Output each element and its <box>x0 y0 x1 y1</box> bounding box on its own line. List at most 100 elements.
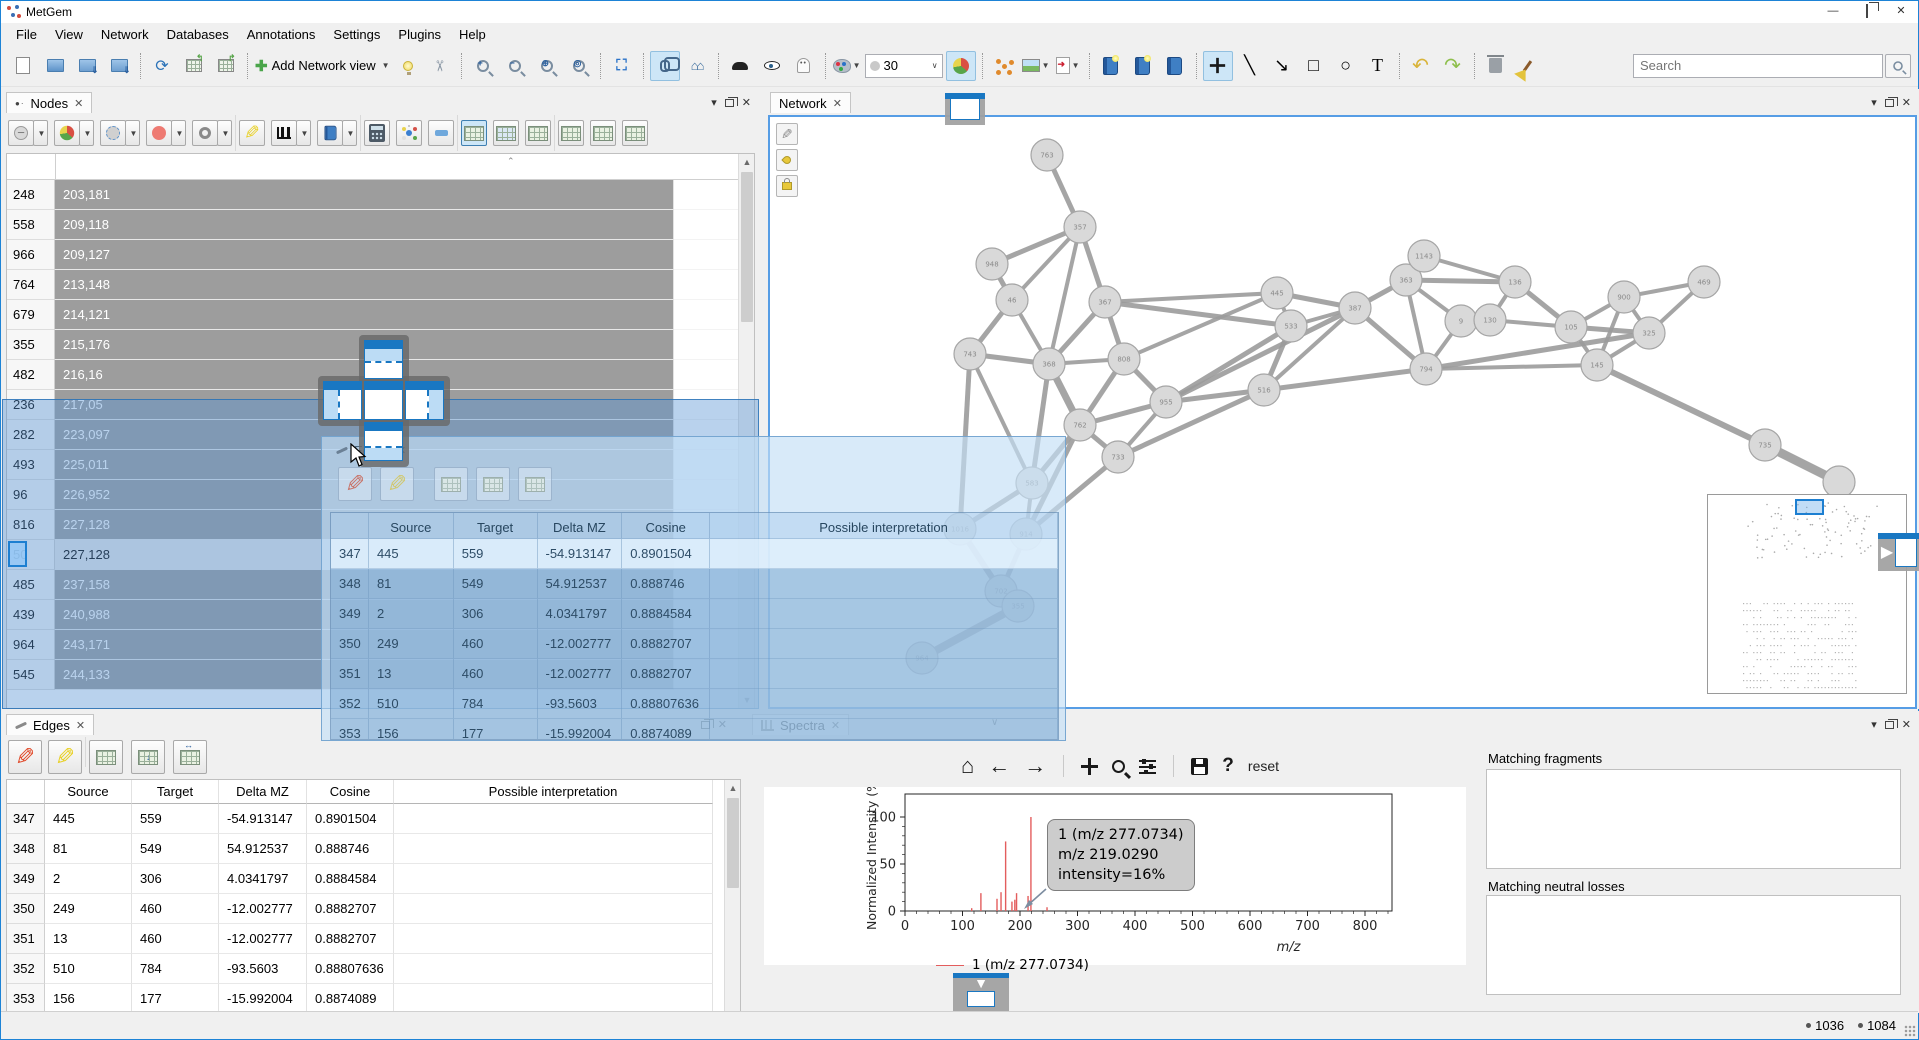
dock-indicator-center[interactable] <box>364 381 403 420</box>
edges-cell[interactable]: -12.002777 <box>219 894 307 924</box>
edges-table-header[interactable]: SourceTargetDelta MZCosinePossible inter… <box>7 780 740 804</box>
nodes-table-header[interactable]: ⌃ <box>7 154 754 180</box>
edges-cell[interactable]: 0.8884584 <box>307 864 394 894</box>
spectra-dock-close-icon[interactable]: ✕ <box>1902 718 1911 731</box>
matching-neutral-losses-box[interactable] <box>1486 895 1901 995</box>
nodes-dock-menu-icon[interactable]: ▾ <box>711 96 717 109</box>
network-dock-menu-icon[interactable]: ▾ <box>1871 96 1877 109</box>
row-header[interactable]: 355 <box>7 330 55 360</box>
clusterize-button[interactable] <box>396 120 422 146</box>
import-metadata-button[interactable]: ↰ <box>179 51 209 81</box>
column-header[interactable]: Cosine <box>307 780 394 804</box>
graph-edge[interactable] <box>1105 302 1291 326</box>
table-view-all-button[interactable] <box>461 120 487 146</box>
edges-cell[interactable]: -54.913147 <box>219 804 307 834</box>
zoom-out-button[interactable]: − <box>500 51 530 81</box>
spectra-dock-menu-icon[interactable]: ▾ <box>1871 718 1877 731</box>
ghost-mode-button[interactable] <box>789 51 819 81</box>
settings-tools-button[interactable]: ✂ <box>425 51 455 81</box>
tab-network[interactable]: Network ✕ <box>770 92 851 113</box>
edges-cell[interactable] <box>394 834 713 864</box>
edges-yellow-highlight-button[interactable]: ✎ <box>48 740 82 774</box>
draw-ellipse-button[interactable]: ○ <box>1331 51 1361 81</box>
edges-table-fit-h-button[interactable]: ↔ <box>173 740 207 774</box>
edges-cell[interactable]: 156 <box>45 984 132 1013</box>
row-header[interactable]: 352 <box>7 954 45 984</box>
network-dock-float-icon[interactable] <box>1885 99 1894 107</box>
matching-fragments-box[interactable] <box>1486 769 1901 869</box>
color-nodes-button[interactable]: ▼ <box>832 51 862 81</box>
restore-button[interactable] <box>1850 1 1884 23</box>
plot-back-button[interactable]: ← <box>988 755 1010 777</box>
pie-charts-button[interactable] <box>946 51 976 81</box>
nodes-dock-float-icon[interactable] <box>725 99 734 107</box>
draw-arrow-button[interactable]: ↘ <box>1267 51 1297 81</box>
edges-table-row[interactable]: 352510784-93.56030.88807636 <box>7 954 724 984</box>
nodes-dock-close-icon[interactable]: ✕ <box>742 96 751 109</box>
menu-item-file[interactable]: File <box>7 25 46 44</box>
edges-table-row[interactable]: 350249460-12.0027770.8882707 <box>7 894 724 924</box>
search-button[interactable] <box>1885 54 1911 78</box>
nodes-table-row[interactable]: 764213,148 <box>7 270 738 300</box>
search-input[interactable] <box>1633 54 1883 78</box>
node-shape-split-button[interactable]: −▼ <box>8 120 48 146</box>
view-databases-button[interactable] <box>1160 51 1190 81</box>
menu-item-databases[interactable]: Databases <box>158 25 238 44</box>
row-header[interactable]: 349 <box>7 864 45 894</box>
mz-cell[interactable]: 214,121 <box>55 300 674 330</box>
edges-cell[interactable]: 306 <box>132 864 219 894</box>
node-ring-split-button[interactable]: ▼ <box>192 120 232 146</box>
menu-item-help[interactable]: Help <box>450 25 495 44</box>
row-header[interactable]: 348 <box>7 834 45 864</box>
edges-cell[interactable] <box>394 954 713 984</box>
graph-edge[interactable] <box>1264 369 1426 390</box>
draw-rect-button[interactable]: □ <box>1299 51 1329 81</box>
network-dock-close-icon[interactable]: ✕ <box>1902 96 1911 109</box>
nodes-table-row[interactable]: 558209,118 <box>7 210 738 240</box>
screenshot-button[interactable]: ▼ <box>1021 51 1051 81</box>
edges-tab-close-icon[interactable]: ✕ <box>76 719 85 732</box>
menu-item-view[interactable]: View <box>46 25 92 44</box>
plot-configure-icon[interactable] <box>1139 759 1156 774</box>
edges-cell[interactable]: 510 <box>45 954 132 984</box>
open-project-button[interactable] <box>40 51 70 81</box>
minimap[interactable] <box>1707 494 1907 694</box>
mz-cell[interactable]: 209,127 <box>55 240 674 270</box>
delete-button[interactable] <box>1481 51 1511 81</box>
lock-button[interactable] <box>776 175 798 197</box>
edges-table-row[interactable]: 3488154954.9125370.888746 <box>7 834 724 864</box>
node-size-combobox[interactable]: 30 ∨ <box>864 51 944 81</box>
edges-cell[interactable]: 13 <box>45 924 132 954</box>
nodes-tab-close-icon[interactable]: ✕ <box>74 97 83 110</box>
edges-cell[interactable] <box>394 804 713 834</box>
nodes-table-row[interactable]: 679214,121 <box>7 300 738 330</box>
row-header[interactable]: 353 <box>7 984 45 1013</box>
edges-cell[interactable]: -93.5603 <box>219 954 307 984</box>
menu-item-settings[interactable]: Settings <box>324 25 389 44</box>
undo-button[interactable]: ↶ <box>1406 51 1436 81</box>
dock-indicator-top[interactable] <box>364 340 403 379</box>
row-header[interactable]: 351 <box>7 924 45 954</box>
row-header[interactable]: 248 <box>7 180 55 210</box>
edges-cell[interactable] <box>394 924 713 954</box>
edges-cell[interactable]: 559 <box>132 804 219 834</box>
menu-item-plugins[interactable]: Plugins <box>389 25 450 44</box>
table-fit-v-button[interactable] <box>590 120 616 146</box>
edges-cell[interactable]: 2 <box>45 864 132 894</box>
fullscreen-button[interactable]: ⛶ <box>607 51 637 81</box>
row-header[interactable]: 350 <box>7 894 45 924</box>
row-header[interactable]: 679 <box>7 300 55 330</box>
edges-cell[interactable]: 0.8874089 <box>307 984 394 1013</box>
query-databases-button[interactable] <box>1096 51 1126 81</box>
edges-cell[interactable]: 0.888746 <box>307 834 394 864</box>
edges-table-row[interactable]: 353156177-15.9920040.8874089 <box>7 984 724 1013</box>
dock-indicator-left[interactable] <box>323 381 362 420</box>
column-header[interactable]: Target <box>132 780 219 804</box>
chart-split-button[interactable]: ▼ <box>271 120 311 146</box>
lookup-split-button[interactable]: ▼ <box>317 120 357 146</box>
column-header[interactable]: Delta MZ <box>219 780 307 804</box>
zoom-selection-button[interactable]: ⊕ <box>532 51 562 81</box>
table-compress-button[interactable] <box>558 120 584 146</box>
dock-indicator-right[interactable] <box>405 381 444 420</box>
add-network-view-button[interactable]: ✚ Add Network view ▼ <box>254 51 391 81</box>
